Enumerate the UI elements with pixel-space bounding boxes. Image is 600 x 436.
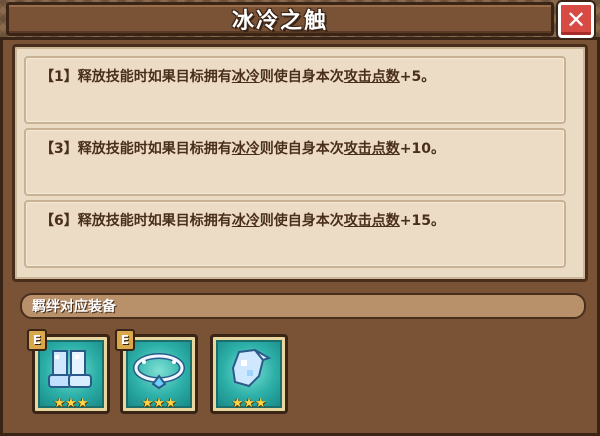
effect-level: 【1】 [40,69,78,85]
effect-keyword-link[interactable]: 攻击点数 [344,213,400,229]
dialog-title: 冰冷之触 [231,9,328,34]
effect-text: 则使自身本次 [259,213,344,229]
effect-keyword-link[interactable]: 攻击点数 [344,141,400,157]
effect-level: 【3】 [40,141,78,157]
gauntlet-icon [231,349,272,388]
title-plate: 冰冷之触 [6,2,554,36]
equipment-header: 羁绊对应装备 [20,293,586,319]
effect-row: 【6】释放技能时如果目标拥有冰冷则使自身本次攻击点数+15。 [24,200,566,268]
effect-text: 则使自身本次 [259,141,344,157]
boots-icon [48,350,92,389]
effect-text: 释放技能时如果目标拥有 [77,141,232,157]
equipment-slot-boots[interactable]: E ★★★ [27,329,110,414]
equipment-slot-collar[interactable]: E ★★★ [115,329,198,414]
title-bar: 冰冷之触 ✕ [0,0,600,40]
star-rating: ★★★ [231,396,267,411]
equipment-slot-gauntlet[interactable]: ★★★ [210,334,288,414]
effect-keyword-link[interactable]: 冰冷 [232,213,260,229]
collar-icon [133,353,185,390]
effect-text: 释放技能时如果目标拥有 [77,69,232,85]
effect-level: 【6】 [40,213,78,229]
effect-text: 释放技能时如果目标拥有 [77,213,232,229]
effect-value: +15。 [399,213,445,229]
effect-row: 【3】释放技能时如果目标拥有冰冷则使自身本次攻击点数+10。 [24,128,566,196]
effect-value: +5。 [399,69,436,85]
grade-badge: E [27,329,47,351]
effect-row: 【1】释放技能时如果目标拥有冰冷则使自身本次攻击点数+5。 [24,56,566,124]
star-rating: ★★★ [53,396,89,411]
effect-text: 则使自身本次 [259,69,344,85]
effect-value: +10。 [399,141,445,157]
effect-keyword-link[interactable]: 冰冷 [232,141,260,157]
close-button[interactable]: ✕ [558,2,594,38]
star-rating: ★★★ [141,396,177,411]
effect-keyword-link[interactable]: 冰冷 [232,69,260,85]
grade-badge: E [115,329,135,351]
effect-keyword-link[interactable]: 攻击点数 [344,69,400,85]
